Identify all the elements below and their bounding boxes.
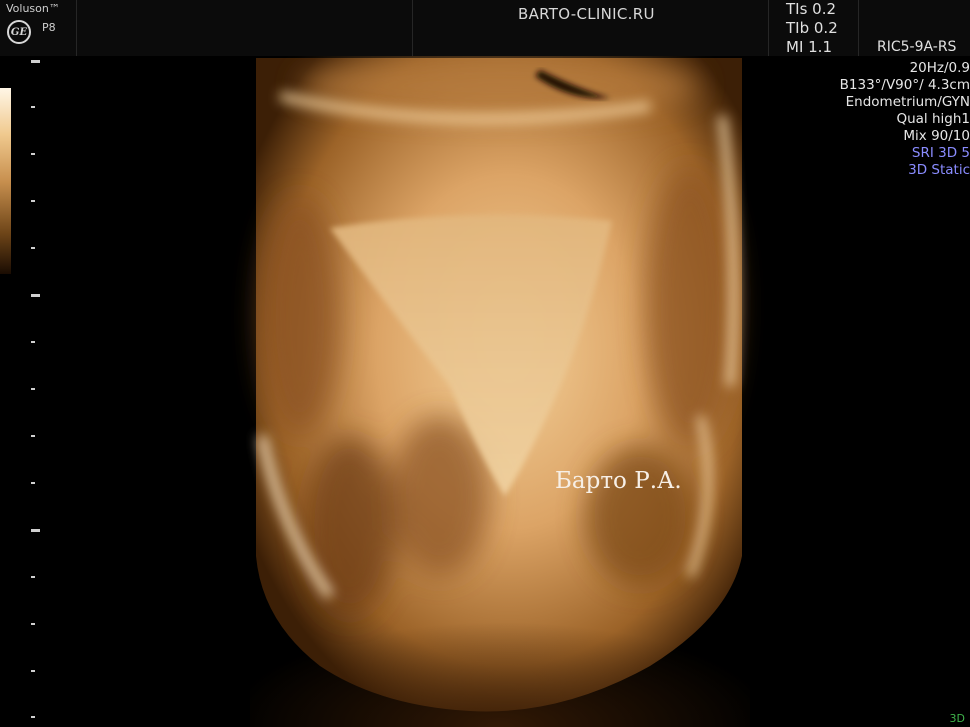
depth-tick xyxy=(31,623,35,625)
colormap-bar xyxy=(0,88,11,274)
quality: Qual high1 xyxy=(896,111,970,127)
depth-tick xyxy=(31,576,35,578)
ultrasound-3d-render xyxy=(0,56,970,727)
logo-text: GE xyxy=(10,26,28,38)
header-bar: Voluson™ GE P8 BARTO-CLINIC.RU TIs 0.2 T… xyxy=(0,0,970,56)
depth-tick xyxy=(31,716,35,718)
header-divider xyxy=(858,0,859,56)
depth-tick xyxy=(31,482,35,484)
frame-rate: 20Hz/0.9 xyxy=(909,60,970,76)
sri-setting: SRI 3D 5 xyxy=(911,145,970,161)
depth-tick xyxy=(31,153,35,155)
header-divider xyxy=(76,0,77,56)
acquisition-info: 20Hz/0.9 B133°/V90°/ 4.3cm Endometrium/G… xyxy=(840,60,970,179)
header-divider xyxy=(412,0,413,56)
clinic-name: BARTO-CLINIC.RU xyxy=(518,5,655,23)
depth-tick xyxy=(31,60,40,63)
depth-tick xyxy=(31,106,35,108)
depth-tick xyxy=(31,670,35,672)
header-divider xyxy=(768,0,769,56)
depth-tick xyxy=(31,294,40,297)
ge-logo-icon: GE xyxy=(7,20,31,44)
sector-settings: B133°/V90°/ 4.3cm xyxy=(839,77,970,93)
thermal-index-soft: TIs 0.2 xyxy=(786,0,837,18)
render-mode: 3D Static xyxy=(908,162,970,178)
depth-tick xyxy=(31,529,40,532)
probe-name: RIC5-9A-RS xyxy=(877,39,957,55)
depth-tick xyxy=(31,341,35,343)
bottom-shadow xyxy=(250,536,750,727)
depth-tick xyxy=(31,388,35,390)
model-name: P8 xyxy=(42,21,56,34)
depth-tick xyxy=(31,247,35,249)
author-watermark: Барто Р.А. xyxy=(555,468,682,494)
depth-tick xyxy=(31,435,35,437)
depth-tick xyxy=(31,200,35,202)
brand-name: Voluson™ xyxy=(6,2,60,15)
mode-indicator: 3D xyxy=(949,712,965,725)
mechanical-index: MI 1.1 xyxy=(786,38,832,56)
thermal-index-bone: TIb 0.2 xyxy=(786,19,838,37)
preset: Endometrium/GYN xyxy=(845,94,970,110)
mix: Mix 90/10 xyxy=(903,128,970,144)
uterus-render-graphic xyxy=(250,56,750,727)
